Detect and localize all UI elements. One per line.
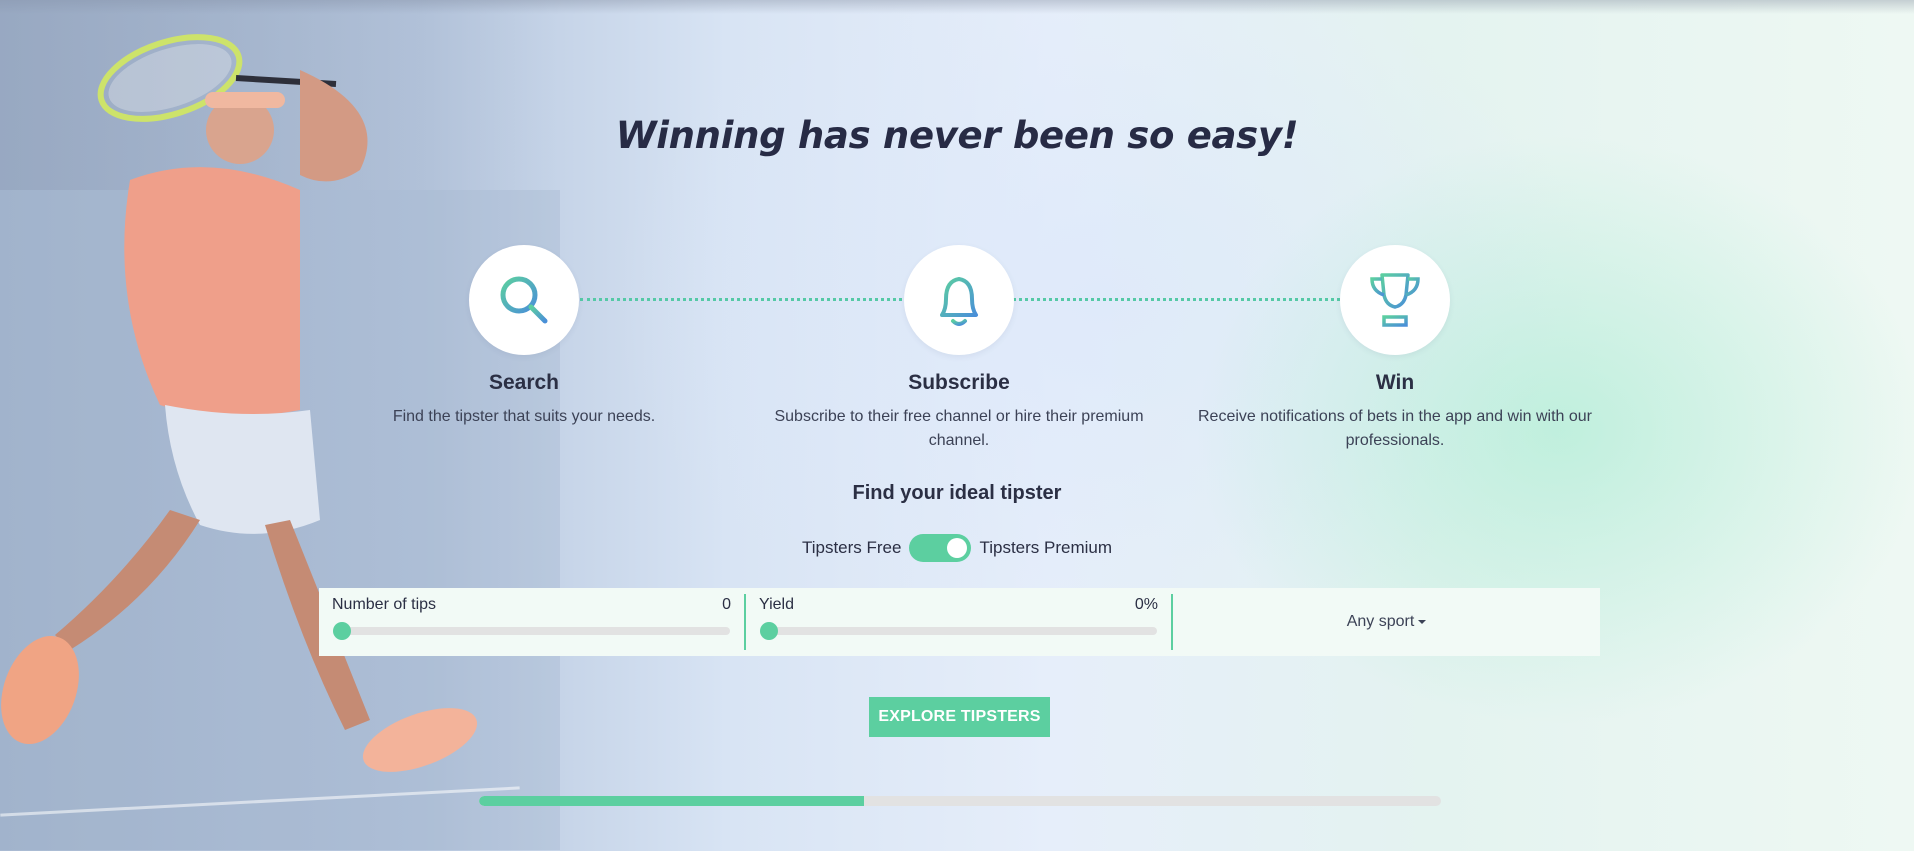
page-headline: Winning has never been so easy! bbox=[615, 114, 1299, 157]
step-subscribe-description: Subscribe to their free channel or hire … bbox=[774, 408, 1144, 449]
filter-number-of-tips: Number of tips 0 bbox=[319, 594, 746, 650]
finder-title: Find your ideal tipster bbox=[852, 482, 1062, 504]
sport-dropdown[interactable]: Any sport bbox=[1347, 613, 1427, 631]
toggle-label-premium[interactable]: Tipsters Premium bbox=[979, 538, 1112, 558]
sport-dropdown-label: Any sport bbox=[1346, 613, 1415, 630]
carousel-progress-fill bbox=[479, 796, 864, 806]
tipster-type-switch[interactable] bbox=[909, 534, 972, 562]
step-search-circle bbox=[469, 245, 579, 355]
trophy-icon bbox=[1370, 273, 1420, 327]
yield-slider-thumb[interactable] bbox=[760, 622, 778, 640]
tips-filter-label: Number of tips bbox=[332, 596, 437, 613]
caret-down-icon bbox=[1418, 620, 1427, 624]
filter-bar: Number of tips 0 Yield 0% Any sport bbox=[319, 588, 1600, 656]
bell-icon bbox=[936, 270, 982, 326]
filter-yield: Yield 0% bbox=[746, 594, 1173, 650]
toggle-label-free[interactable]: Tipsters Free bbox=[802, 538, 902, 558]
step-subscribe-title: Subscribe bbox=[908, 371, 1010, 394]
tipster-type-toggle-row: Tipsters Free Tipsters Premium bbox=[0, 534, 1914, 562]
switch-knob bbox=[947, 538, 968, 558]
explore-tipsters-button[interactable]: EXPLORE TIPSTERS bbox=[869, 697, 1050, 737]
search-icon bbox=[500, 276, 548, 324]
yield-filter-value: 0% bbox=[1134, 596, 1158, 613]
tips-slider-track[interactable] bbox=[333, 622, 730, 640]
tips-filter-value: 0 bbox=[722, 596, 731, 613]
tips-slider-thumb[interactable] bbox=[333, 622, 351, 640]
carousel-progress-bar bbox=[479, 796, 1441, 806]
step-search-title: Search bbox=[488, 371, 560, 394]
step-win-description: Receive notifications of bets in the app… bbox=[1197, 408, 1592, 449]
yield-filter-label: Yield bbox=[759, 596, 794, 613]
step-subscribe-circle bbox=[904, 245, 1014, 355]
filter-sport: Any sport bbox=[1173, 588, 1600, 656]
step-win-circle bbox=[1340, 245, 1450, 355]
yield-slider-track[interactable] bbox=[760, 622, 1157, 640]
step-search-description: Find the tipster that suits your needs. bbox=[392, 408, 656, 425]
step-win-title: Win bbox=[1375, 371, 1415, 394]
